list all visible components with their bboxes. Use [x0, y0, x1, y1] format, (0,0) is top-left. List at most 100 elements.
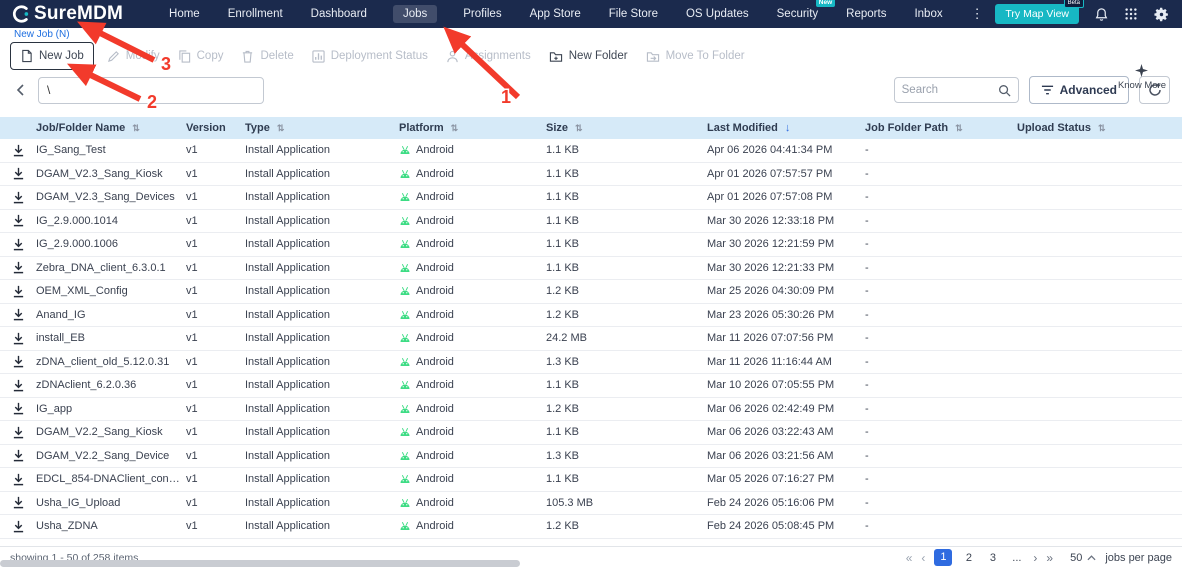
nav-app-store[interactable]: App Store — [528, 5, 583, 23]
job-name[interactable]: DGAM_V2.3_Sang_Devices — [36, 191, 186, 203]
know-more-button[interactable]: Know More — [1118, 64, 1166, 91]
search-input[interactable] — [902, 84, 998, 96]
page-button-3[interactable]: 3 — [985, 552, 1000, 564]
last-page-button[interactable]: » — [1046, 551, 1053, 565]
page-button-1[interactable]: 1 — [934, 549, 952, 566]
sort-icon[interactable]: ⇅ — [132, 123, 140, 134]
job-name[interactable]: Usha_ZDNA — [36, 520, 186, 532]
table-row[interactable]: EDCL_854-DNAClient_config v1 Install App… — [0, 468, 1182, 492]
table-row[interactable]: Zebra_DNA_client_6.3.0.1 v1 Install Appl… — [0, 257, 1182, 281]
col-last-modified[interactable]: Last Modified ↓ — [707, 122, 865, 134]
folder-path-input[interactable] — [38, 77, 264, 104]
page-button-2[interactable]: 2 — [961, 552, 976, 564]
settings-gear-icon[interactable] — [1153, 6, 1170, 23]
job-name[interactable]: IG_Sang_Test — [36, 144, 186, 156]
sort-icon[interactable]: ⇅ — [451, 123, 459, 134]
table-row[interactable]: DGAM_V2.3_Sang_Kiosk v1 Install Applicat… — [0, 163, 1182, 187]
download-icon[interactable] — [12, 332, 25, 345]
nav-security[interactable]: Security New — [775, 5, 821, 23]
job-name[interactable]: IG_app — [36, 403, 186, 415]
table-row[interactable]: install_EB v1 Install Application Androi… — [0, 327, 1182, 351]
job-name[interactable]: Zebra_DNA_client_6.3.0.1 — [36, 262, 186, 274]
col-job-folder-path[interactable]: Job Folder Path ⇅ — [865, 122, 1017, 134]
download-icon[interactable] — [12, 379, 25, 392]
next-page-button[interactable]: › — [1033, 551, 1037, 565]
nav-inbox[interactable]: Inbox — [912, 5, 944, 23]
download-icon[interactable] — [12, 449, 25, 462]
deployment-status-button[interactable]: Deployment Status — [303, 44, 437, 69]
job-name[interactable]: OEM_XML_Config — [36, 285, 186, 297]
download-icon[interactable] — [12, 144, 25, 157]
nav-profiles[interactable]: Profiles — [461, 5, 503, 23]
table-row[interactable]: IG_2.9.000.1014 v1 Install Application A… — [0, 210, 1182, 234]
download-icon[interactable] — [12, 402, 25, 415]
sort-icon[interactable]: ⇅ — [277, 123, 285, 134]
col-size[interactable]: Size ⇅ — [546, 122, 707, 134]
download-icon[interactable] — [12, 308, 25, 321]
sort-icon[interactable]: ⇅ — [575, 123, 583, 134]
assignments-button[interactable]: Assignments — [437, 44, 540, 69]
table-row[interactable]: IG_Sang_Test v1 Install Application Andr… — [0, 139, 1182, 163]
table-row[interactable]: Usha_ZDNA v1 Install Application Android… — [0, 515, 1182, 539]
table-row[interactable]: Usha_IG_Upload v1 Install Application An… — [0, 492, 1182, 516]
copy-button[interactable]: Copy — [169, 44, 233, 69]
nav-jobs[interactable]: Jobs — [393, 5, 437, 23]
nav-reports[interactable]: Reports — [844, 5, 888, 23]
col-upload-status[interactable]: Upload Status ⇅ — [1017, 122, 1182, 134]
table-row[interactable]: OEM_XML_Config v1 Install Application An… — [0, 280, 1182, 304]
col-platform[interactable]: Platform ⇅ — [399, 122, 546, 134]
job-name[interactable]: Anand_IG — [36, 309, 186, 321]
download-icon[interactable] — [12, 261, 25, 274]
download-icon[interactable] — [12, 191, 25, 204]
job-name[interactable]: EDCL_854-DNAClient_config — [36, 473, 186, 485]
try-map-view-button[interactable]: Try Map View Beta — [995, 4, 1079, 24]
nav-dashboard[interactable]: Dashboard — [309, 5, 369, 23]
table-row[interactable]: Anand_IG v1 Install Application Android … — [0, 304, 1182, 328]
sort-icon[interactable]: ⇅ — [1098, 123, 1106, 134]
col-job-folder-name[interactable]: Job/Folder Name ⇅ — [36, 122, 186, 134]
nav-home[interactable]: Home — [167, 5, 202, 23]
job-name[interactable]: DGAM_V2.2_Sang_Kiosk — [36, 426, 186, 438]
download-icon[interactable] — [12, 496, 25, 509]
suremdm-logo[interactable]: SureMDM — [10, 3, 123, 25]
table-row[interactable]: zDNAclient_6.2.0.36 v1 Install Applicati… — [0, 374, 1182, 398]
modify-button[interactable]: Modify — [98, 44, 169, 69]
nav-os-updates[interactable]: OS Updates — [684, 5, 751, 23]
col-version[interactable]: Version — [186, 122, 245, 134]
nav-enrollment[interactable]: Enrollment — [226, 5, 285, 23]
download-icon[interactable] — [12, 355, 25, 368]
download-icon[interactable] — [12, 426, 25, 439]
first-page-button[interactable]: « — [906, 551, 913, 565]
download-icon[interactable] — [12, 238, 25, 251]
job-name[interactable]: install_EB — [36, 332, 186, 344]
job-name[interactable]: IG_2.9.000.1014 — [36, 215, 186, 227]
nav-file-store[interactable]: File Store — [607, 5, 660, 23]
back-button[interactable] — [10, 77, 30, 103]
table-row[interactable]: IG_2.9.000.1006 v1 Install Application A… — [0, 233, 1182, 257]
download-icon[interactable] — [12, 520, 25, 533]
move-to-folder-button[interactable]: Move To Folder — [637, 44, 754, 69]
job-name[interactable]: zDNAclient_6.2.0.36 — [36, 379, 186, 391]
job-name[interactable]: zDNA_client_old_5.12.0.31 — [36, 356, 186, 368]
sort-desc-icon[interactable]: ↓ — [785, 122, 791, 134]
apps-grid-icon[interactable] — [1124, 7, 1138, 21]
download-icon[interactable] — [12, 285, 25, 298]
prev-page-button[interactable]: ‹ — [921, 551, 925, 565]
job-name[interactable]: IG_2.9.000.1006 — [36, 238, 186, 250]
search-box[interactable] — [894, 77, 1019, 103]
more-menu-icon[interactable]: ⋮ — [969, 3, 987, 25]
delete-button[interactable]: Delete — [232, 44, 302, 69]
download-icon[interactable] — [12, 167, 25, 180]
table-row[interactable]: DGAM_V2.3_Sang_Devices v1 Install Applic… — [0, 186, 1182, 210]
table-row[interactable]: DGAM_V2.2_Sang_Device v1 Install Applica… — [0, 445, 1182, 469]
advanced-search-button[interactable]: Advanced — [1029, 76, 1129, 104]
table-row[interactable]: IG_app v1 Install Application Android 1.… — [0, 398, 1182, 422]
sort-icon[interactable]: ⇅ — [955, 123, 963, 134]
job-name[interactable]: DGAM_V2.2_Sang_Device — [36, 450, 186, 462]
col-type[interactable]: Type ⇅ — [245, 122, 399, 134]
new-folder-button[interactable]: New Folder — [540, 44, 637, 69]
new-job-button[interactable]: New Job — [10, 42, 94, 70]
table-row[interactable]: zDNA_client_old_5.12.0.31 v1 Install App… — [0, 351, 1182, 375]
notifications-bell-icon[interactable] — [1094, 7, 1109, 22]
table-row[interactable]: DGAM_V2.2_Sang_Kiosk v1 Install Applicat… — [0, 421, 1182, 445]
